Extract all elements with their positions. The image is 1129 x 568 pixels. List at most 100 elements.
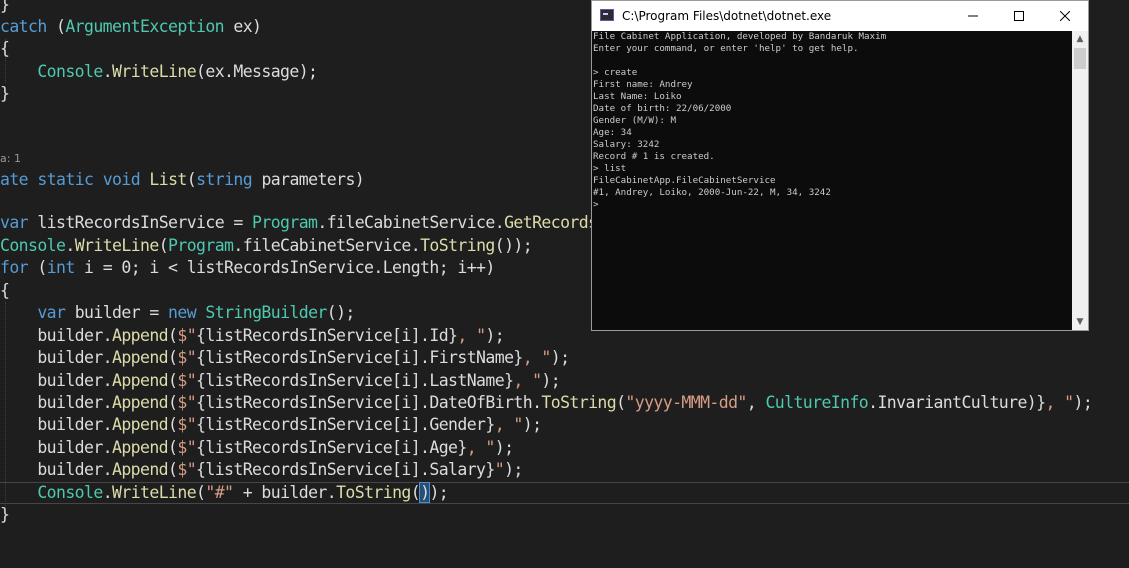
- code-token: {listRecordsInService[i].Age}: [196, 438, 467, 457]
- code-line[interactable]: builder.Append($"{listRecordsInService[i…: [0, 437, 514, 459]
- code-token: ToString: [541, 393, 617, 412]
- code-token: i = 0; i < listRecordsInService.Length; …: [74, 258, 495, 277]
- code-line[interactable]: {: [0, 38, 10, 60]
- scroll-up-arrow-icon[interactable]: ▲: [1072, 31, 1088, 47]
- code-line[interactable]: ate static void List(string parameters): [0, 169, 365, 191]
- code-token: WriteLine: [112, 62, 197, 81]
- code-token: WriteLine: [74, 236, 160, 255]
- code-line[interactable]: builder.Append($"{listRecordsInService[i…: [0, 392, 1092, 414]
- code-token: $": [177, 393, 197, 412]
- console-window[interactable]: C:\Program Files\dotnet\dotnet.exe File …: [591, 0, 1089, 331]
- code-token: catch: [0, 17, 47, 36]
- code-token: Append: [112, 326, 169, 345]
- code-line[interactable]: Console.WriteLine(ex.Message);: [0, 61, 318, 83]
- maximize-button[interactable]: [996, 1, 1042, 31]
- close-button[interactable]: [1042, 1, 1088, 31]
- code-token: new: [168, 303, 197, 322]
- code-line[interactable]: }: [0, 83, 10, 105]
- code-token: );: [485, 326, 505, 345]
- code-line[interactable]: var listRecordsInService = Program.fileC…: [0, 212, 598, 234]
- code-token: ();: [326, 303, 356, 322]
- code-token: (: [168, 348, 178, 367]
- code-token: .InvariantCulture)}: [868, 393, 1046, 412]
- code-token: );: [429, 483, 449, 502]
- code-token: "#": [205, 483, 234, 502]
- vertical-scrollbar[interactable]: ▲ ▼: [1072, 31, 1088, 330]
- code-token: , ": [457, 326, 486, 345]
- code-line[interactable]: builder.Append($"{listRecordsInService[i…: [0, 414, 542, 436]
- code-token: void: [102, 170, 141, 189]
- code-token: ());: [494, 236, 533, 255]
- console-line: #1, Andrey, Loiko, 2000-Jun-22, M, 34, 3…: [593, 187, 831, 198]
- code-token: static: [37, 170, 94, 189]
- code-token: {listRecordsInService[i].FirstName}: [196, 348, 523, 367]
- code-line[interactable]: builder.Append($"{listRecordsInService[i…: [0, 370, 560, 392]
- code-line[interactable]: for (int i = 0; i < listRecordsInService…: [0, 257, 495, 279]
- console-line: FileCabinetApp.FileCabinetService: [593, 175, 776, 186]
- code-token: );: [541, 371, 561, 390]
- code-token: for: [0, 258, 29, 277]
- window-titlebar[interactable]: C:\Program Files\dotnet\dotnet.exe: [592, 1, 1088, 31]
- code-token: (: [158, 236, 169, 255]
- scroll-down-arrow-icon[interactable]: ▼: [1072, 314, 1088, 330]
- code-token: , ": [1045, 393, 1074, 412]
- code-line[interactable]: catch (ArgumentException ex): [0, 16, 262, 38]
- console-app-icon[interactable]: [600, 9, 614, 21]
- code-token: (: [168, 371, 178, 390]
- code-token: {listRecordsInService[i].Id}: [196, 326, 458, 345]
- scrollbar-thumb[interactable]: [1074, 48, 1086, 69]
- code-line[interactable]: builder.Append($"{listRecordsInService[i…: [0, 325, 504, 347]
- code-token: (: [28, 258, 47, 277]
- code-line[interactable]: builder.Append($"{listRecordsInService[i…: [0, 347, 570, 369]
- maximize-icon: [1014, 11, 1024, 21]
- close-icon: [1060, 11, 1070, 21]
- code-token: (: [46, 17, 66, 36]
- code-token: );: [1073, 393, 1093, 412]
- code-token: (: [196, 483, 206, 502]
- console-prompt[interactable]: >: [592, 199, 1076, 211]
- code-token: $": [177, 348, 197, 367]
- code-token: builder.: [0, 460, 113, 479]
- code-token: $": [177, 460, 197, 479]
- code-token: );: [550, 348, 570, 367]
- code-token: .: [65, 236, 75, 255]
- console-line: Record # 1 is created.: [593, 151, 715, 162]
- code-line[interactable]: }: [0, 504, 10, 526]
- code-line[interactable]: {: [0, 280, 10, 302]
- code-token: , ": [466, 438, 496, 457]
- code-token: Append: [112, 415, 169, 434]
- code-token: {listRecordsInService[i].Salary}: [196, 460, 495, 479]
- code-token: WriteLine: [112, 483, 197, 502]
- code-token: StringBuilder: [205, 303, 327, 322]
- code-token: Append: [112, 371, 169, 390]
- code-token: , ": [522, 348, 552, 367]
- code-token: Append: [112, 460, 169, 479]
- console-line: Enter your command, or enter 'help' to g…: [593, 43, 859, 54]
- console-output[interactable]: File Cabinet Application, developed by B…: [592, 31, 1076, 330]
- code-lens-references[interactable]: a: 1: [0, 152, 21, 166]
- code-token: Append: [112, 348, 169, 367]
- code-line[interactable]: Console.WriteLine(Program.fileCabinetSer…: [0, 235, 533, 257]
- code-line[interactable]: builder.Append($"{listRecordsInService[i…: [0, 459, 523, 481]
- code-line[interactable]: Console.WriteLine("#" + builder.ToString…: [0, 482, 449, 504]
- code-line[interactable]: var builder = new StringBuilder();: [0, 302, 355, 324]
- code-token: GetRecords: [504, 213, 598, 232]
- minimize-button[interactable]: [950, 1, 996, 31]
- console-line: File Cabinet Application, developed by B…: [593, 31, 887, 42]
- console-line: > list: [593, 163, 627, 174]
- code-token: $": [177, 415, 197, 434]
- console-line: Age: 34: [593, 127, 632, 138]
- code-token: .: [102, 483, 113, 502]
- code-line[interactable]: }: [0, 0, 10, 16]
- code-token: + builder.: [233, 483, 337, 502]
- code-token: (ex.Message);: [196, 62, 318, 81]
- code-token: Program: [168, 236, 234, 255]
- code-token: (: [168, 460, 178, 479]
- code-token: List: [149, 170, 187, 189]
- code-token: builder.: [0, 393, 113, 412]
